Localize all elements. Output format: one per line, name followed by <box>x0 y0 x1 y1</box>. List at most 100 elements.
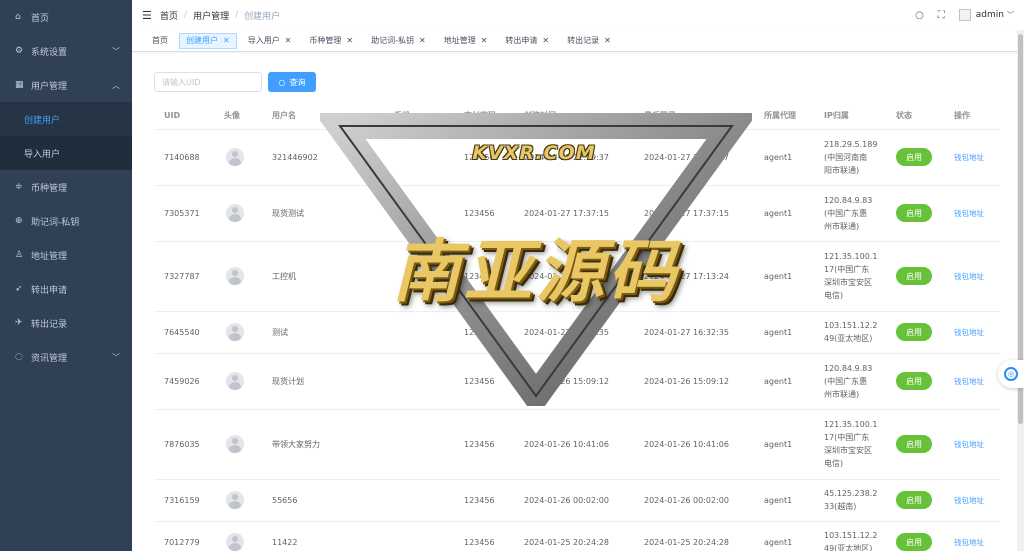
uid-cell: 7012779 <box>154 521 214 551</box>
wallet-address-link[interactable]: 钱包地址 <box>954 538 984 547</box>
sidebar-item-label: 币种管理 <box>31 183 68 194</box>
chevron-down-icon[interactable]: ﹀ <box>1007 10 1014 20</box>
sidebar-item-6[interactable]: ⊕ 助记词-私钥 <box>0 204 132 238</box>
search-icon[interactable]: ○ <box>915 10 924 21</box>
close-icon[interactable]: ✕ <box>481 36 488 45</box>
table-row: 7645540 测试 123456 2024-01-27 16:32:35 2024-0… <box>154 311 1000 354</box>
created-cell: 2024-01-26 10:41:06 <box>514 409 634 480</box>
action-cell: 钱包地址 <box>944 521 1000 551</box>
navbar: ☰ 首页 / 用户管理 / 创建用户 ○ ⛶ admin ﹀ <box>132 0 1024 30</box>
status-button[interactable]: 启用 <box>896 533 932 551</box>
wallet-address-link[interactable]: 钱包地址 <box>954 272 984 281</box>
uid-search-input[interactable] <box>154 72 262 92</box>
uid-cell: 7876035 <box>154 409 214 480</box>
hamburger-menu-icon[interactable]: ☰ <box>142 9 152 22</box>
table-row: 7876035 带领大家努力 123456 2024-01-26 10:41:06 20… <box>154 409 1000 480</box>
table-row: 7459026 现货计划 123456 2024-01-26 15:09:12 2024… <box>154 353 1000 410</box>
paypwd-cell: 123456 <box>454 185 514 242</box>
sidebar-item-5[interactable]: ≑ 币种管理 <box>0 170 132 204</box>
tag-label: 首页 <box>152 36 168 45</box>
agent-cell: agent1 <box>754 311 814 354</box>
agent-cell: agent1 <box>754 521 814 551</box>
ip-cell: 120.84.9.83 (中国广东惠 州市联通) <box>814 185 886 242</box>
ip-line: 49(亚太地区) <box>824 334 873 343</box>
wallet-address-link[interactable]: 钱包地址 <box>954 209 984 218</box>
admin-username[interactable]: admin <box>976 10 1004 20</box>
sidebar-item-1[interactable]: ⚙ 系统设置 ﹀ <box>0 34 132 68</box>
sidebar-item-8[interactable]: ➶ 转出申请 <box>0 272 132 306</box>
ip-cell: 121.35.100.1 17(中国广东 深圳市宝安区 电信) <box>814 241 886 312</box>
column-header: 状态 <box>886 103 944 130</box>
wallet-address-link[interactable]: 钱包地址 <box>954 496 984 505</box>
close-icon[interactable]: ✕ <box>285 36 292 45</box>
column-header: 用户名 <box>262 103 384 130</box>
paypwd-cell: 123456 <box>454 311 514 354</box>
floating-helper-button[interactable]: ◎ <box>998 360 1024 388</box>
ip-cell: 120.84.9.83 (中国广东惠 州市联通) <box>814 353 886 410</box>
created-cell: 2024-01-27 17:37:15 <box>514 185 634 242</box>
wallet-address-link[interactable]: 钱包地址 <box>954 153 984 162</box>
search-icon: ○ <box>278 77 286 87</box>
close-icon[interactable]: ✕ <box>346 36 353 45</box>
wallet-address-link[interactable]: 钱包地址 <box>954 440 984 449</box>
ip-line: 49(亚太地区) <box>824 544 873 551</box>
tag-1[interactable]: 创建用户 ✕ <box>179 32 237 49</box>
status-cell: 启用 <box>886 129 944 186</box>
sidebar-item-0[interactable]: ⌂ 首页 <box>0 0 132 34</box>
tag-2[interactable]: 导入用户 ✕ <box>241 33 299 49</box>
action-cell: 钱包地址 <box>944 409 1000 480</box>
uid-cell: 7140688 <box>154 129 214 186</box>
tag-7[interactable]: 转出记录 ✕ <box>560 33 618 49</box>
phone-cell <box>384 479 454 522</box>
status-button[interactable]: 启用 <box>896 435 932 453</box>
status-cell: 启用 <box>886 311 944 354</box>
status-button[interactable]: 启用 <box>896 148 932 166</box>
tag-0[interactable]: 首页 <box>145 33 175 49</box>
ip-line: (中国广东惠 <box>824 376 868 386</box>
sidebar-item-2[interactable]: ▦ 用户管理 ︿ <box>0 68 132 102</box>
username-cell: 带领大家努力 <box>262 409 384 480</box>
sidebar-item-7[interactable]: ♙ 地址管理 <box>0 238 132 272</box>
user-avatar[interactable] <box>958 9 971 21</box>
status-button[interactable]: 启用 <box>896 267 932 285</box>
close-icon[interactable]: ✕ <box>542 36 549 45</box>
tag-6[interactable]: 转出申请 ✕ <box>498 33 556 49</box>
fullscreen-icon[interactable]: ⛶ <box>938 10 945 21</box>
created-cell: 2024-01-26 15:09:12 <box>514 353 634 410</box>
status-button[interactable]: 启用 <box>896 372 932 390</box>
sidebar-item-10[interactable]: ◌ 资讯管理 ﹀ <box>0 340 132 374</box>
close-icon[interactable]: ✕ <box>604 36 611 45</box>
search-button[interactable]: ○ 查询 <box>268 72 316 92</box>
table-row: 7316159 55656 123456 2024-01-26 00:02:00 202… <box>154 479 1000 522</box>
last-login-cell: 2024-01-26 10:41:06 <box>634 409 754 480</box>
sidebar-item-label: 助记词-私钥 <box>31 217 80 228</box>
ip-line: 阳市联通) <box>824 165 860 175</box>
action-cell: 钱包地址 <box>944 185 1000 242</box>
agent-cell: agent1 <box>754 409 814 480</box>
close-icon[interactable]: ✕ <box>419 36 426 45</box>
tag-5[interactable]: 地址管理 ✕ <box>437 33 495 49</box>
last-login-cell: 2024-01-26 00:02:00 <box>634 479 754 522</box>
breadcrumb-user-management[interactable]: 用户管理 <box>193 9 229 22</box>
status-button[interactable]: 启用 <box>896 204 932 222</box>
tag-4[interactable]: 助记词-私钥 ✕ <box>364 33 433 49</box>
close-icon[interactable]: ✕ <box>223 36 230 45</box>
sidebar-item-4[interactable]: 导入用户 <box>0 136 132 170</box>
breadcrumb-home[interactable]: 首页 <box>160 9 178 22</box>
wallet-address-link[interactable]: 钱包地址 <box>954 328 984 337</box>
sidebar-item-9[interactable]: ✈ 转出记录 <box>0 306 132 340</box>
ip-line: 120.84.9.83 <box>824 363 873 373</box>
sidebar-item-3[interactable]: 创建用户 <box>0 102 132 136</box>
helper-icon: ◎ <box>1004 367 1018 381</box>
status-button[interactable]: 启用 <box>896 323 932 341</box>
tag-3[interactable]: 币种管理 ✕ <box>302 33 360 49</box>
ip-line: (中国河南南 <box>824 152 868 162</box>
tag-label: 助记词-私钥 <box>371 36 414 45</box>
status-button[interactable]: 启用 <box>896 491 932 509</box>
paypwd-cell: 123456 <box>454 129 514 186</box>
phone-cell <box>384 409 454 480</box>
last-login-cell: 2024-01-27 22:29:37 <box>634 129 754 186</box>
uid-cell: 7459026 <box>154 353 214 410</box>
wallet-address-link[interactable]: 钱包地址 <box>954 377 984 386</box>
last-login-cell: 2024-01-27 16:32:35 <box>634 311 754 354</box>
